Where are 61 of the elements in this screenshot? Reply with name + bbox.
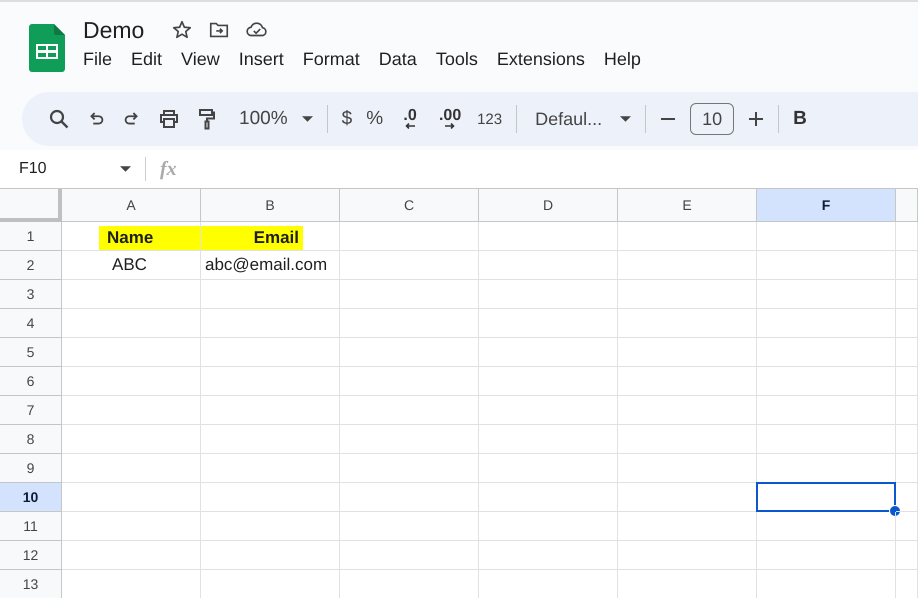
right-arrow-icon: [445, 123, 456, 129]
column-header[interactable]: D: [479, 189, 618, 222]
cell-text: ABC: [112, 254, 148, 276]
menu-item[interactable]: File: [83, 49, 112, 70]
menu-item[interactable]: Format: [302, 49, 360, 70]
grid-cell[interactable]: ABC: [62, 251, 201, 280]
row-header[interactable]: 9: [0, 454, 62, 483]
row-header[interactable]: 10: [0, 483, 62, 512]
spreadsheet-logo-icon[interactable]: [29, 24, 65, 72]
column-header[interactable]: A: [62, 189, 201, 222]
caret-icon: [620, 116, 632, 122]
menu-item[interactable]: Insert: [238, 49, 284, 70]
menu-item[interactable]: View: [181, 49, 220, 70]
search-icon[interactable]: [47, 107, 71, 131]
row-header[interactable]: 12: [0, 541, 62, 570]
row-header[interactable]: 11: [0, 512, 62, 541]
column-header[interactable]: B: [201, 189, 340, 222]
increase-decimal-button[interactable]: .00: [437, 109, 464, 129]
row-header[interactable]: 1: [0, 222, 62, 251]
row-header[interactable]: 8: [0, 425, 62, 454]
grid-cell[interactable]: Email: [201, 222, 340, 251]
cell-text: Email: [201, 226, 303, 250]
menu-item[interactable]: Help: [604, 49, 641, 70]
select-all-corner[interactable]: [0, 189, 62, 222]
row-header[interactable]: 5: [0, 338, 62, 367]
plus-icon[interactable]: [748, 111, 764, 127]
cell-text: Name: [99, 226, 200, 250]
menu-item[interactable]: Tools: [436, 49, 478, 70]
font-dropdown[interactable]: Defaul...: [535, 108, 632, 130]
column-header[interactable]: E: [618, 189, 757, 222]
left-arrow-icon: [405, 123, 416, 129]
row-header[interactable]: 3: [0, 280, 62, 309]
grid-cell[interactable]: Name: [62, 222, 201, 251]
caret-icon: [302, 116, 313, 122]
fill-handle[interactable]: [889, 505, 901, 517]
column-header[interactable]: C: [340, 189, 479, 222]
column-header[interactable]: F: [757, 189, 896, 222]
bold-button[interactable]: B: [793, 108, 807, 130]
cell-text: abc@email.com: [205, 254, 328, 276]
menu-item[interactable]: Extensions: [496, 49, 585, 70]
percent-button[interactable]: %: [366, 108, 384, 130]
number-format-button[interactable]: 123: [477, 110, 502, 128]
row-header[interactable]: 7: [0, 396, 62, 425]
document-title[interactable]: Demo: [83, 16, 144, 44]
row-header[interactable]: 13: [0, 570, 62, 598]
menu-item[interactable]: Data: [378, 49, 417, 70]
menu-item[interactable]: Edit: [131, 49, 162, 70]
row-header[interactable]: 2: [0, 251, 62, 280]
column-header[interactable]: [896, 189, 918, 222]
caret-icon: [120, 166, 131, 172]
print-icon[interactable]: [157, 107, 181, 131]
row-header[interactable]: 4: [0, 309, 62, 338]
row-header[interactable]: 6: [0, 367, 62, 396]
currency-button[interactable]: $: [342, 108, 352, 130]
zoom-dropdown[interactable]: 100%: [239, 108, 313, 130]
font-size-field[interactable]: 10: [690, 103, 734, 135]
decrease-decimal-button[interactable]: .0: [397, 109, 424, 129]
star-icon[interactable]: [171, 19, 194, 41]
grid-cell[interactable]: abc@email.com: [201, 251, 340, 280]
formula-label: fx: [160, 158, 177, 180]
name-box[interactable]: F10: [0, 160, 145, 178]
